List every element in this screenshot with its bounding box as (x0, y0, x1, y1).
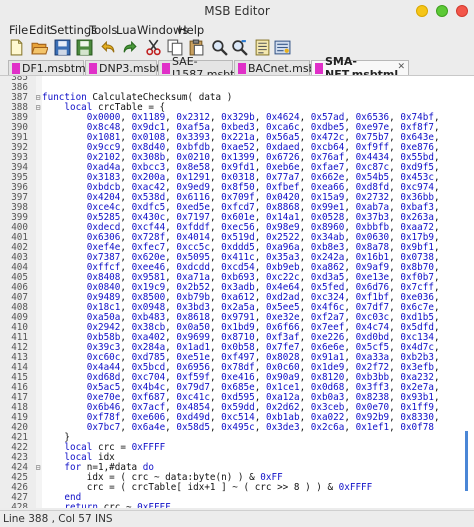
copy-icon[interactable] (165, 37, 185, 57)
close-tab-icon[interactable]: ✕ (397, 62, 405, 72)
file-icon (12, 62, 20, 74)
menu-edit[interactable]: Edit (29, 23, 51, 37)
menu-file[interactable]: File (9, 23, 28, 37)
tab-sae-j1587[interactable]: SAE-J1587.msbtml (158, 55, 248, 81)
code-editor[interactable]: 385 386 387 ⊟ function CalculateChecksum( da… (0, 75, 474, 508)
file-icon (89, 62, 97, 74)
scroll-position-marker[interactable] (465, 431, 468, 491)
close-button[interactable] (456, 5, 468, 17)
menu-bar: File Edit Settings Tools Lua Windows Hel… (0, 22, 474, 38)
save-as-icon[interactable] (74, 37, 94, 57)
menu-help[interactable]: Help (178, 23, 204, 37)
file-icon (315, 62, 323, 74)
file-icon (238, 62, 246, 74)
list-icon[interactable] (252, 37, 272, 57)
window-title: MSB Editor (204, 4, 270, 18)
tab-bar: DF1.msbtml DNP3.msbtml SAE-J1587.msbtml … (0, 55, 474, 81)
tab-dnp3[interactable]: DNP3.msbtml (85, 60, 174, 75)
cursor-position: Line 388 , Col 57 INS (3, 513, 113, 525)
code-line[interactable]: 428 return crc ~ 0xFFFF (0, 502, 474, 508)
title-bar: MSB Editor (0, 0, 474, 22)
save-icon[interactable] (52, 37, 72, 57)
minimize-button[interactable] (416, 5, 428, 17)
paste-icon[interactable] (186, 37, 206, 57)
tab-label: DF1.msbtml (22, 61, 89, 75)
file-icon (162, 62, 170, 74)
new-file-icon[interactable] (6, 37, 26, 57)
settings-icon[interactable] (272, 37, 292, 57)
maximize-button[interactable] (436, 5, 448, 17)
redo-icon[interactable] (119, 37, 139, 57)
tab-bacnet[interactable]: BACnet.msbtml (234, 60, 334, 75)
find-replace-icon[interactable] (229, 37, 249, 57)
menu-tools[interactable]: Tools (89, 23, 117, 37)
cut-icon[interactable] (143, 37, 163, 57)
tab-sma-net[interactable]: SMA-NET.msbtml ✕ (311, 55, 409, 81)
tab-df1[interactable]: DF1.msbtml (8, 60, 89, 75)
find-icon[interactable] (209, 37, 229, 57)
open-folder-icon[interactable] (29, 37, 49, 57)
line-number: 428 (11, 502, 28, 508)
undo-icon[interactable] (98, 37, 118, 57)
status-bar: Line 388 , Col 57 INS (0, 510, 474, 527)
menu-lua[interactable]: Lua (116, 23, 137, 37)
code-text: return crc ~ 0xFFFF (64, 502, 171, 508)
editor-window: MSB Editor File Edit Settings Tools Lua … (0, 0, 474, 527)
